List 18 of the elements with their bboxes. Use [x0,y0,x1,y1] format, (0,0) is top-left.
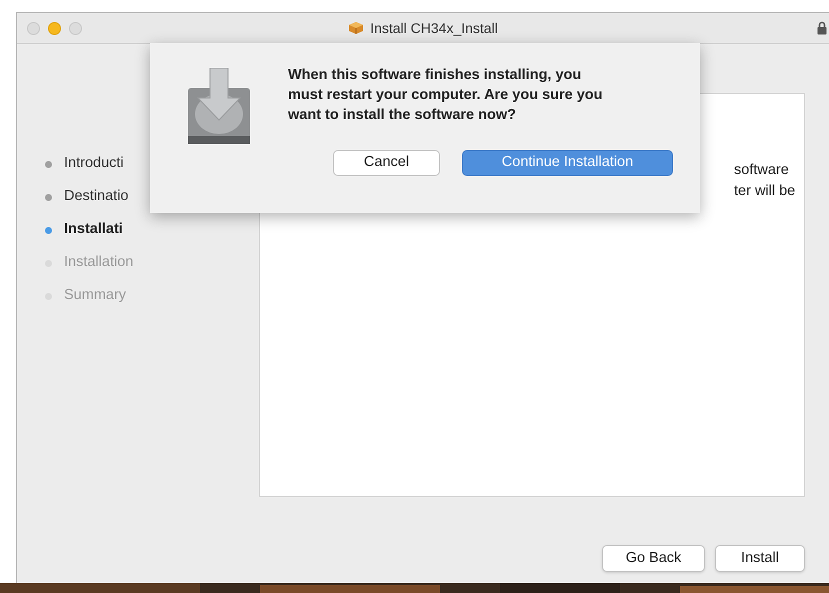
cancel-button[interactable]: Cancel [333,150,440,176]
step-label: Summary [64,286,126,306]
body-text-line: software [734,161,790,180]
step-label: Destinatio [64,187,128,206]
go-back-button[interactable]: Go Back [602,545,705,572]
minimize-button[interactable] [48,22,61,35]
installer-disk-icon [186,68,252,146]
window-title: Install CH34x_Install [370,18,498,38]
install-button[interactable]: Install [715,545,805,572]
step-label: Introducti [64,154,124,174]
step-label: Installati [64,220,123,240]
lock-icon [817,21,827,35]
package-icon [348,21,364,35]
close-button[interactable] [27,22,40,35]
body-text-line: ter will be [734,182,796,201]
zoom-button[interactable] [69,22,82,35]
alert-message: When this software finishes installing, you must restart your computer. Are you sure you want to install the software now? [288,66,604,125]
step-label: Installation [64,253,134,272]
